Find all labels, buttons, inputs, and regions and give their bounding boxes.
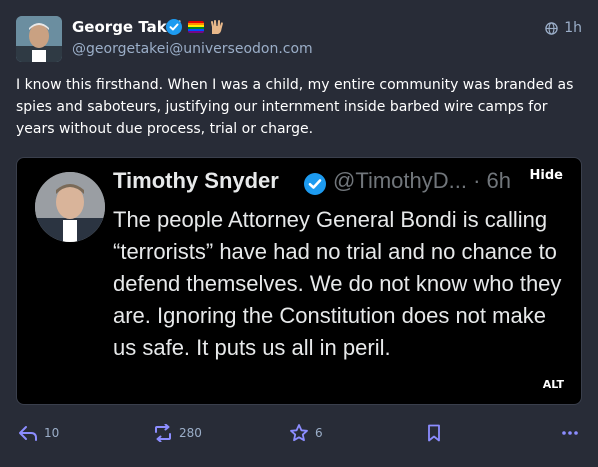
hide-media-button[interactable]: Hide: [523, 166, 569, 185]
favourite-count: 6: [315, 426, 323, 440]
vulcan-salute-icon: [211, 20, 223, 34]
rainbow-flag-icon: [188, 21, 204, 33]
alt-text-badge[interactable]: ALT: [537, 377, 569, 392]
reply-count: 10: [44, 426, 60, 440]
boost-button[interactable]: 280: [153, 424, 202, 442]
embedded-handle-time: @TimothyD... · 6h: [333, 168, 511, 193]
embedded-avatar: [35, 172, 105, 242]
favourite-button[interactable]: 6: [289, 424, 323, 442]
bookmark-button[interactable]: [425, 424, 443, 442]
boost-icon: [155, 424, 171, 442]
post-timestamp[interactable]: 1h: [545, 20, 582, 36]
verified-check-icon: [166, 19, 182, 35]
star-icon: [290, 424, 308, 442]
embedded-name: Timothy Snyder: [113, 168, 279, 193]
boost-count: 280: [179, 426, 202, 440]
bookmark-icon: [428, 424, 440, 442]
embedded-body: The people Attorney General Bondi is cal…: [113, 207, 562, 360]
globe-icon: [545, 21, 558, 35]
more-icon: [562, 431, 578, 435]
media-attachment[interactable]: Timothy Snyder @TimothyD... · 6h The peo…: [16, 157, 582, 405]
more-options-button[interactable]: [561, 424, 579, 442]
timestamp-label: 1h: [564, 20, 582, 36]
author-handle[interactable]: @georgetakei@universeodon.com: [72, 41, 313, 57]
verified-check-icon: [304, 173, 326, 195]
reply-icon: [19, 426, 37, 441]
action-bar: 10 280 6: [0, 416, 598, 450]
avatar[interactable]: [16, 16, 62, 62]
post-text: I know this firsthand. When I was a chil…: [16, 77, 574, 137]
author-badges: [166, 18, 224, 36]
reply-button[interactable]: 10: [18, 424, 59, 442]
post: George Takei @georgetakei@universeodon.c…: [0, 0, 598, 467]
